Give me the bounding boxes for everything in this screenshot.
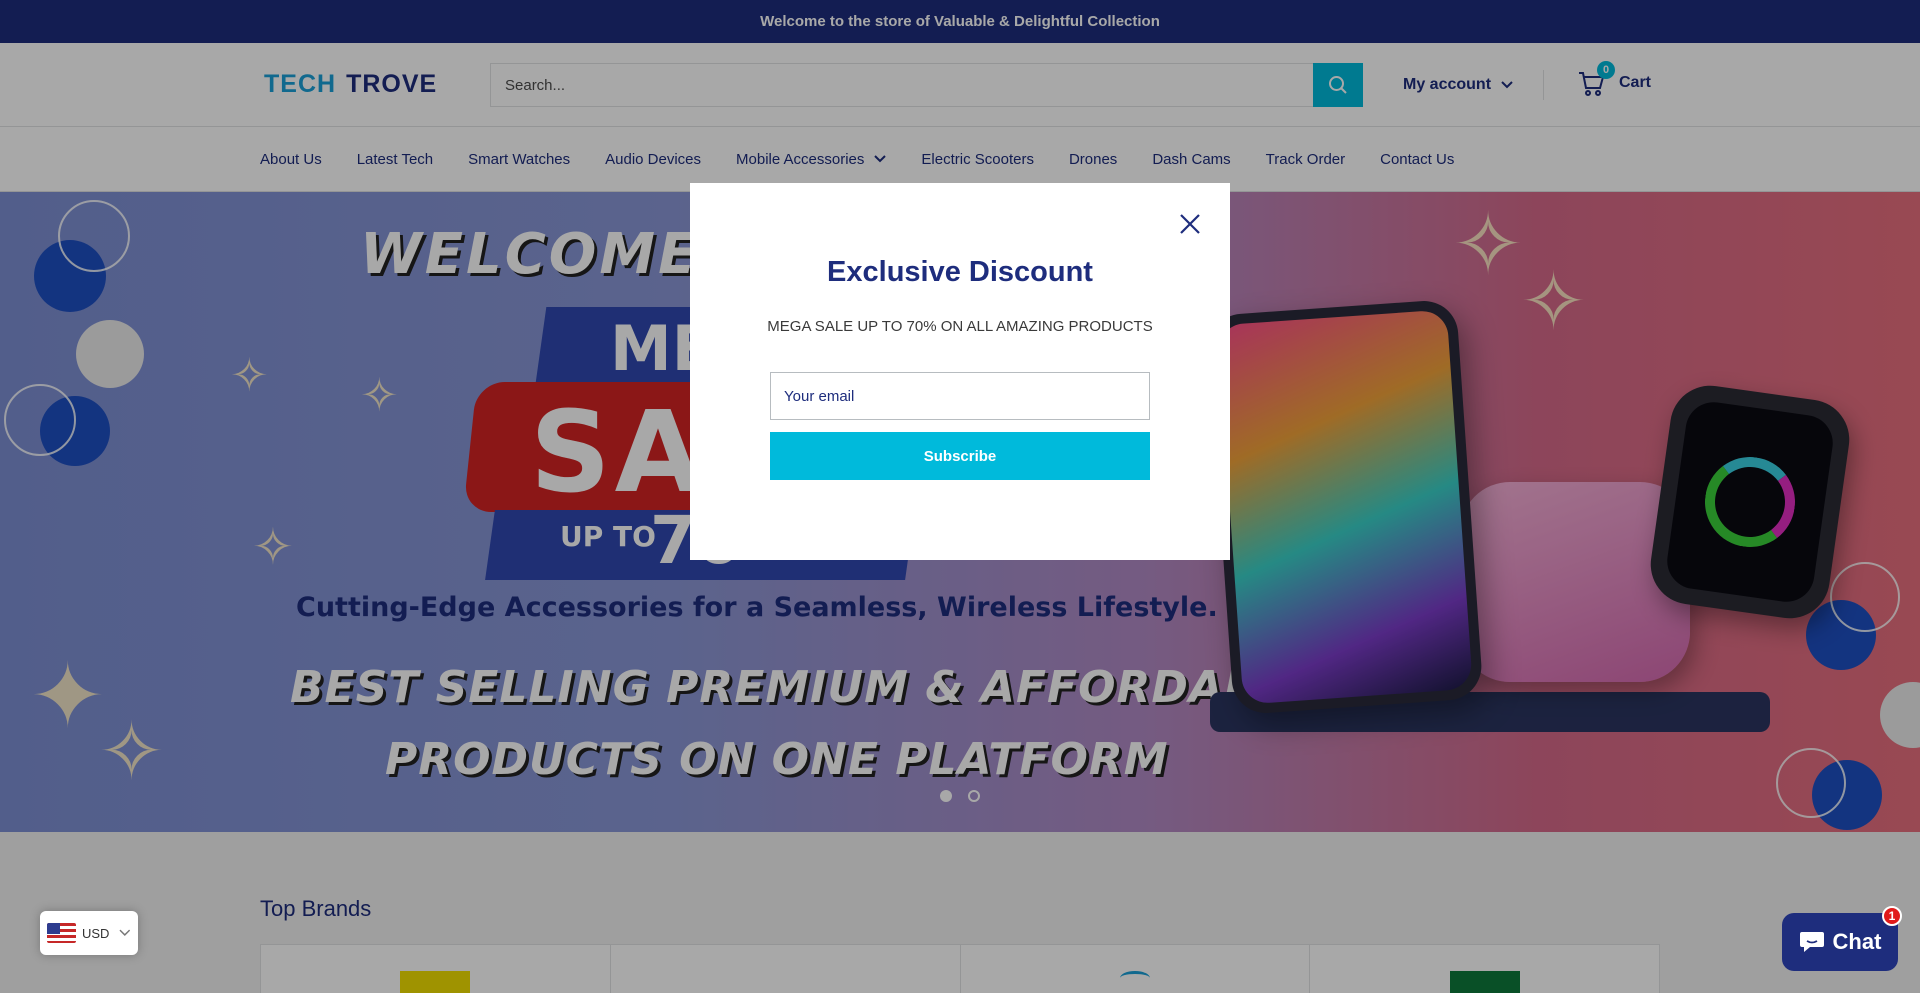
popup-text: MEGA SALE UP TO 70% ON ALL AMAZING PRODU… [767, 318, 1153, 335]
email-field[interactable] [770, 372, 1150, 420]
close-popup-button[interactable] [1176, 210, 1204, 238]
chat-button[interactable]: Chat [1782, 913, 1898, 971]
close-icon [1180, 214, 1200, 234]
chat-label: Chat [1832, 929, 1882, 954]
us-flag-icon [47, 923, 76, 943]
popup-title: Exclusive Discount [827, 256, 1093, 288]
subscribe-button[interactable]: Subscribe [770, 432, 1150, 480]
chat-bubble-icon [1799, 932, 1824, 952]
currency-selector[interactable]: USD [40, 911, 138, 955]
chevron-down-icon [119, 929, 131, 936]
currency-code: USD [81, 925, 110, 941]
chat-notification-badge: 1 [1882, 906, 1902, 926]
